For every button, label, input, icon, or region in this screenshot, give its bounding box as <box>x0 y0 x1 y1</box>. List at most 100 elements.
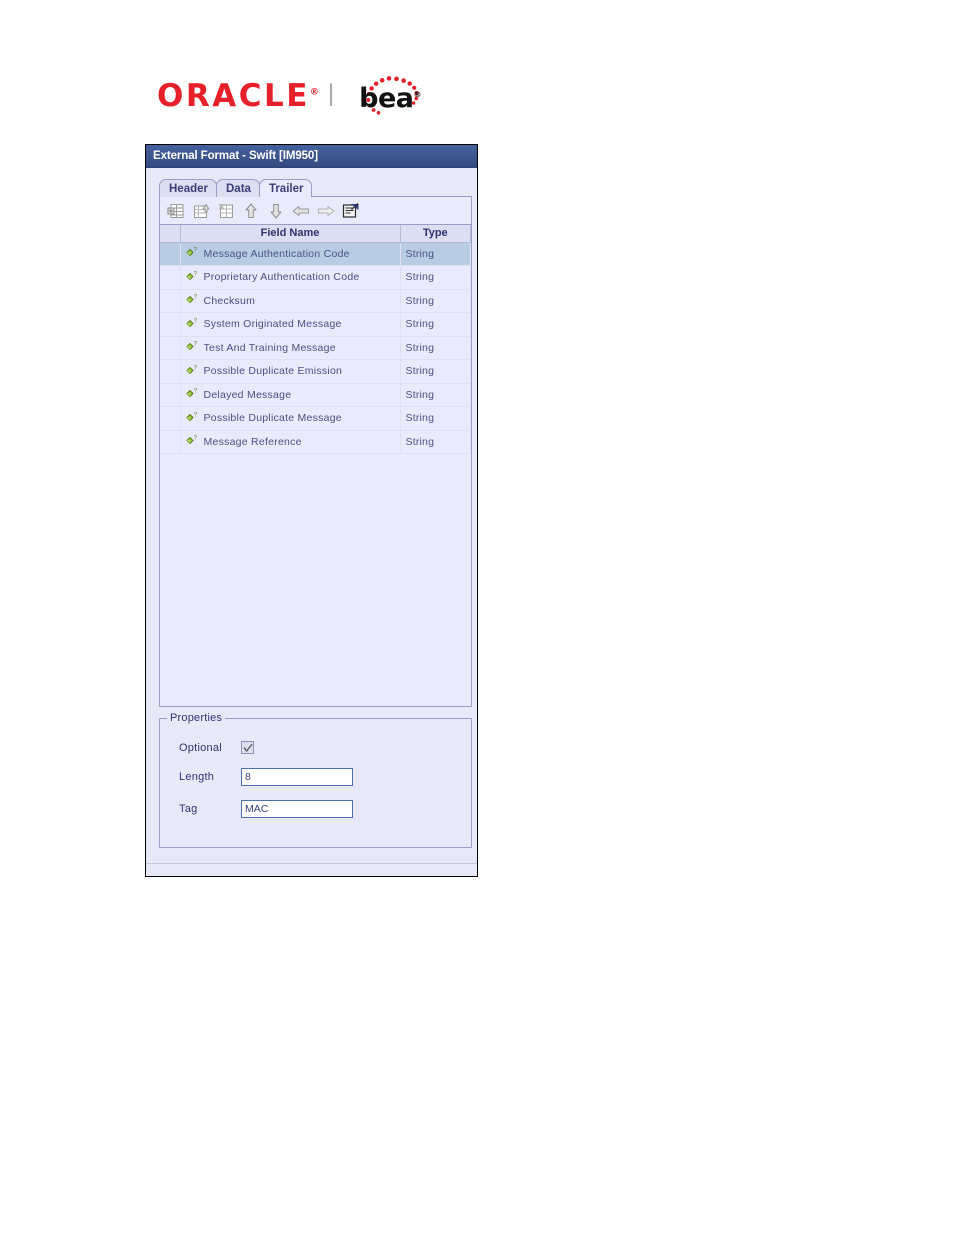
move-up-icon[interactable] <box>239 199 262 222</box>
table-row[interactable]: ? Message Authentication Code String <box>160 242 471 266</box>
column-header-field-name[interactable]: Field Name <box>180 225 401 243</box>
tab-data[interactable]: Data <box>216 179 260 197</box>
logo-divider: | <box>327 80 335 107</box>
field-type-label: String <box>405 294 435 307</box>
properties-panel: Properties Optional Length Tag <box>159 712 472 848</box>
window-body: Header Data Trailer Field Name Type ? Me… <box>146 168 477 876</box>
column-header-type[interactable]: Type <box>400 225 471 243</box>
bea-trademark-mark: ® <box>413 90 422 99</box>
table-row[interactable]: ? Message Reference String <box>160 430 471 454</box>
svg-text:?: ? <box>193 389 197 395</box>
row-selector-cell[interactable] <box>160 289 181 313</box>
optional-checkbox[interactable] <box>241 741 254 754</box>
table-row[interactable]: ? Test And Training Message String <box>160 336 471 360</box>
field-type-cell[interactable]: String <box>400 289 471 313</box>
field-diamond-icon: ? <box>185 341 199 354</box>
field-name-label: System Originated Message <box>203 318 342 330</box>
field-name-cell[interactable]: ? Test And Training Message <box>180 336 401 360</box>
tag-label: Tag <box>179 803 198 815</box>
row-selector-cell[interactable] <box>160 312 181 337</box>
row-selector-cell[interactable] <box>160 383 181 407</box>
field-type-cell[interactable]: String <box>400 312 471 337</box>
properties-legend: Properties <box>167 712 226 724</box>
row-selector-cell[interactable] <box>160 265 181 290</box>
fields-table: Field Name Type ? Message Authentication… <box>160 225 471 454</box>
insert-group-icon[interactable] <box>189 199 212 222</box>
move-right-icon[interactable] <box>314 199 337 222</box>
row-selector-cell[interactable] <box>160 336 181 360</box>
tab-trailer[interactable]: Trailer <box>258 179 313 197</box>
field-name-cell[interactable]: ? Possible Duplicate Emission <box>180 359 401 384</box>
svg-text:?: ? <box>193 342 197 348</box>
fields-table-container[interactable]: Field Name Type ? Message Authentication… <box>159 224 472 707</box>
field-name-label: Checksum <box>203 294 256 307</box>
row-selector-cell[interactable] <box>160 430 181 454</box>
svg-text:?: ? <box>193 248 197 254</box>
field-name-label: Test And Training Message <box>203 341 336 354</box>
length-input[interactable] <box>241 768 353 786</box>
field-name-cell[interactable]: ? Possible Duplicate Message <box>180 406 401 431</box>
field-name-cell[interactable]: ? Delayed Message <box>180 383 401 407</box>
bea-text-value: bea <box>359 83 414 114</box>
field-type-label: String <box>405 271 435 284</box>
length-label: Length <box>179 771 215 783</box>
move-down-icon[interactable] <box>264 199 287 222</box>
length-row: Length <box>160 768 471 786</box>
tabstrip: Header Data Trailer <box>146 177 477 197</box>
tab-header[interactable]: Header <box>159 179 217 197</box>
optional-label: Optional <box>179 741 222 754</box>
field-type-label: String <box>405 247 435 260</box>
field-diamond-icon: ? <box>185 247 199 260</box>
field-name-cell[interactable]: ? Message Authentication Code <box>180 242 401 266</box>
fields-table-body: ? Message Authentication Code String ? P… <box>160 242 471 454</box>
field-diamond-icon: ? <box>185 365 199 378</box>
field-name-cell[interactable]: ? Message Reference <box>180 430 401 454</box>
table-row[interactable]: ? Possible Duplicate Emission String <box>160 359 471 384</box>
field-diamond-icon: ? <box>185 435 199 448</box>
oracle-wordmark-text: ORACLE <box>157 77 310 114</box>
row-selector-cell[interactable] <box>160 406 181 431</box>
table-row[interactable]: ? Proprietary Authentication Code String <box>160 265 471 290</box>
field-type-cell[interactable]: String <box>400 336 471 360</box>
row-selector-cell[interactable] <box>160 242 181 266</box>
svg-text:?: ? <box>193 318 197 324</box>
delete-field-icon[interactable] <box>214 199 237 222</box>
field-type-cell[interactable]: String <box>400 265 471 290</box>
row-selector-cell[interactable] <box>160 359 181 384</box>
field-diamond-icon: ? <box>185 318 199 331</box>
svg-text:?: ? <box>193 295 197 301</box>
field-type-cell[interactable]: String <box>400 430 471 454</box>
table-row[interactable]: ? Delayed Message String <box>160 383 471 407</box>
table-row[interactable]: ? System Originated Message String <box>160 312 471 337</box>
table-row[interactable]: ? Checksum String <box>160 289 471 313</box>
table-row[interactable]: ? Possible Duplicate Message String <box>160 406 471 431</box>
optional-row: Optional <box>160 741 471 754</box>
field-name-cell[interactable]: ? System Originated Message <box>180 312 401 337</box>
field-diamond-icon: ? <box>185 388 199 401</box>
move-left-icon[interactable] <box>289 199 312 222</box>
properties-icon[interactable] <box>339 199 362 222</box>
insert-field-icon[interactable] <box>164 199 187 222</box>
field-type-label: String <box>405 388 435 401</box>
svg-text:?: ? <box>193 271 197 277</box>
bea-text: bea® <box>359 85 421 112</box>
oracle-trademark-mark: ® <box>309 87 319 98</box>
svg-text:?: ? <box>193 412 197 418</box>
column-header-select[interactable] <box>160 225 181 243</box>
field-type-cell[interactable]: String <box>400 359 471 384</box>
field-type-cell[interactable]: String <box>400 406 471 431</box>
field-diamond-icon: ? <box>185 271 199 284</box>
svg-text:?: ? <box>193 436 197 442</box>
field-type-cell[interactable]: String <box>400 383 471 407</box>
editor-toolbar <box>159 196 472 224</box>
field-type-label: String <box>405 318 435 331</box>
field-name-label: Proprietary Authentication Code <box>203 271 360 283</box>
oracle-bea-logo: ORACLE® | bea® <box>157 74 433 118</box>
tag-input[interactable] <box>241 800 353 818</box>
field-type-cell[interactable]: String <box>400 242 471 266</box>
bea-wordmark: bea® <box>345 76 433 116</box>
field-type-label: String <box>405 412 435 425</box>
field-name-cell[interactable]: ? Checksum <box>180 289 401 313</box>
field-type-label: String <box>405 435 435 448</box>
field-name-cell[interactable]: ? Proprietary Authentication Code <box>180 265 401 290</box>
